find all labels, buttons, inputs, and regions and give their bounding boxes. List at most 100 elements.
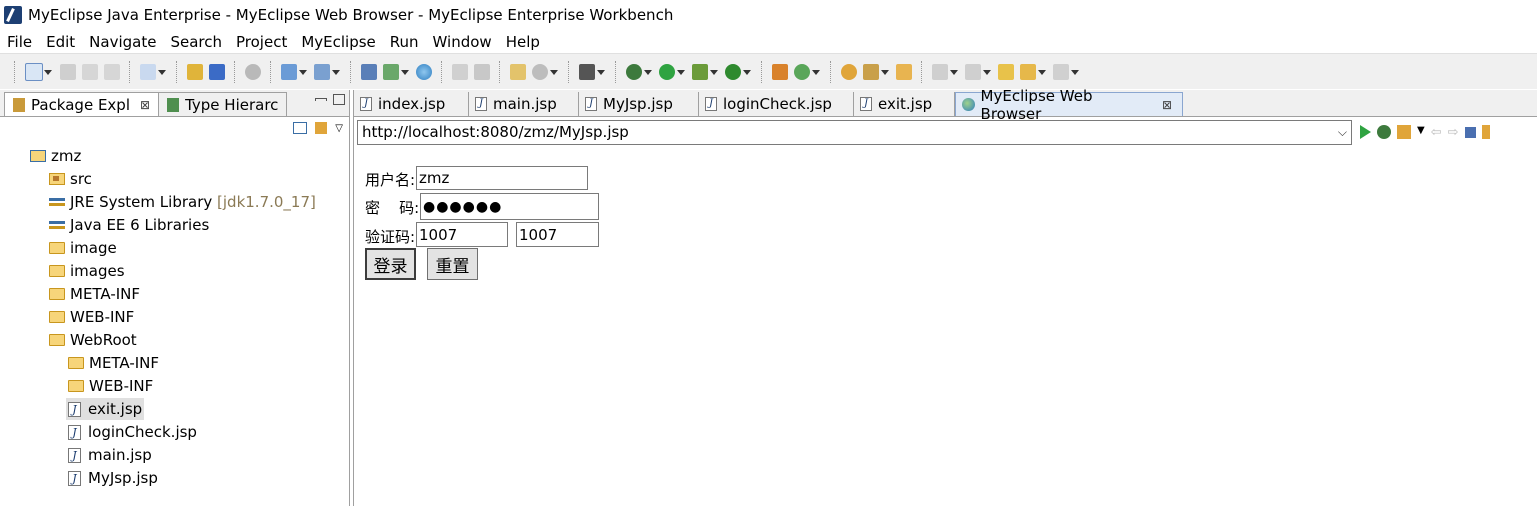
tree-node[interactable]: zmz xyxy=(30,145,81,167)
tab-myjsp-jsp[interactable]: J MyJsp.jsp xyxy=(579,92,699,116)
tree-node[interactable]: WEB-INF xyxy=(49,306,134,328)
maximize-icon[interactable] xyxy=(333,94,345,105)
debug-icon[interactable] xyxy=(1377,125,1391,139)
tree-node[interactable]: image xyxy=(49,237,117,259)
left-tab-bar: Package Expl ⊠ Type Hierarc xyxy=(0,90,349,117)
tree-node[interactable]: Java EE 6 Libraries xyxy=(49,214,209,236)
back-icon[interactable]: ⇦ xyxy=(1431,125,1442,140)
open-folder-icon[interactable] xyxy=(896,63,912,80)
jsp-file-icon: J xyxy=(68,401,81,417)
menu-run[interactable]: Run xyxy=(390,33,419,51)
package-icon[interactable] xyxy=(187,63,203,80)
gear-icon[interactable] xyxy=(532,63,558,80)
bookmark-icon[interactable] xyxy=(1397,125,1411,139)
folder-icon xyxy=(68,357,84,369)
tree-node[interactable]: WebRoot xyxy=(49,329,137,351)
menu-window[interactable]: Window xyxy=(433,33,492,51)
view-menu-icon[interactable]: ▽ xyxy=(335,123,343,134)
tab-main-jsp[interactable]: Jmain.jsp xyxy=(469,92,579,116)
tree-node[interactable]: images xyxy=(49,260,125,282)
jsp-file-icon: J xyxy=(860,97,872,111)
server-icon[interactable] xyxy=(245,63,261,80)
print-icon[interactable] xyxy=(104,63,120,80)
new-icon[interactable] xyxy=(25,62,52,81)
next-annotation-icon[interactable] xyxy=(932,63,958,80)
folder-icon xyxy=(49,311,65,323)
chevron-down-icon[interactable]: ⌵ xyxy=(1338,125,1347,140)
debug-icon[interactable] xyxy=(626,63,652,80)
forward-icon[interactable]: ⇨ xyxy=(1448,125,1459,140)
editor-area: Jindex.jsp Jmain.jsp J MyJsp.jsp JloginCh… xyxy=(353,87,1537,506)
tab-logincheck-jsp[interactable]: JloginCheck.jsp xyxy=(699,92,854,116)
go-icon[interactable] xyxy=(1360,125,1371,139)
library-icon xyxy=(49,196,65,208)
stop-icon[interactable] xyxy=(1464,126,1476,138)
external-tools-icon[interactable] xyxy=(725,63,751,80)
reset-button[interactable]: 重置 xyxy=(427,248,478,280)
tab-package-explorer[interactable]: Package Expl ⊠ xyxy=(4,92,160,116)
menu-navigate[interactable]: Navigate xyxy=(89,33,156,51)
save-icon[interactable] xyxy=(60,63,76,80)
close-icon[interactable]: ⊠ xyxy=(140,98,150,112)
tree-node[interactable]: Jmain.jsp xyxy=(68,444,152,466)
login-button[interactable]: 登录 xyxy=(365,248,416,280)
search-icon[interactable] xyxy=(314,63,340,80)
new-java-icon[interactable] xyxy=(794,63,820,80)
open-type-icon[interactable] xyxy=(140,63,166,80)
run-config-icon[interactable] xyxy=(692,63,718,80)
main-toolbar xyxy=(0,53,1537,89)
db-icon[interactable] xyxy=(383,63,409,80)
chevron-down-icon[interactable]: ▼ xyxy=(1417,125,1425,139)
password-field[interactable]: ●●●●●● xyxy=(420,193,599,220)
link-editor-icon[interactable] xyxy=(315,122,328,134)
tree-node[interactable]: JloginCheck.jsp xyxy=(68,421,197,443)
tree-node[interactable]: META-INF xyxy=(68,352,159,374)
close-icon[interactable]: ⊠ xyxy=(1162,98,1172,112)
web-browser-icon[interactable] xyxy=(416,63,432,80)
myeclipse-logo-icon xyxy=(4,6,22,24)
menu-help[interactable]: Help xyxy=(506,33,540,51)
save-all-icon[interactable] xyxy=(82,63,98,80)
tree-node[interactable]: JRE System Library [jdk1.7.0_17] xyxy=(49,191,316,213)
wizard-icon[interactable] xyxy=(281,63,307,80)
collapse-all-icon[interactable] xyxy=(293,122,308,134)
folder-icon xyxy=(68,380,84,392)
menu-edit[interactable]: Edit xyxy=(46,33,75,51)
tab-index-jsp[interactable]: Jindex.jsp xyxy=(354,92,469,116)
captcha-field[interactable]: 1007 xyxy=(416,222,508,247)
menu-project[interactable]: Project xyxy=(236,33,287,51)
hierarchy-icon[interactable] xyxy=(361,63,377,80)
prev-annotation-icon[interactable] xyxy=(965,63,991,80)
toolbar-separator xyxy=(14,60,16,83)
run-icon[interactable] xyxy=(659,63,685,80)
tree-node-selected[interactable]: Jexit.jsp xyxy=(66,398,145,420)
tree-node[interactable]: WEB-INF xyxy=(68,375,153,397)
tab-type-hierarchy[interactable]: Type Hierarc xyxy=(159,92,288,116)
menu-myeclipse[interactable]: MyEclipse xyxy=(301,33,375,51)
tree-node[interactable]: J MyJsp.jsp xyxy=(68,467,158,489)
deploy-icon[interactable] xyxy=(209,63,225,80)
undo-icon[interactable] xyxy=(452,63,468,80)
url-input[interactable]: http://localhost:8080/zmz/MyJsp.jsp ⌵ xyxy=(357,119,1352,145)
annotation-icon[interactable] xyxy=(863,63,889,80)
username-field[interactable]: zmz xyxy=(416,166,588,190)
report-icon[interactable] xyxy=(510,63,526,80)
open-project-icon[interactable] xyxy=(841,63,857,80)
redo-icon[interactable] xyxy=(474,63,490,80)
tab-web-browser[interactable]: MyEclipse Web Browser ⊠ xyxy=(955,87,1183,123)
forward-icon[interactable] xyxy=(1053,63,1079,80)
tree-node[interactable]: src xyxy=(49,168,92,190)
refresh-icon[interactable] xyxy=(1481,125,1490,139)
tree-node[interactable]: META-INF xyxy=(49,283,140,305)
camera-icon[interactable] xyxy=(579,63,605,80)
new-class-icon[interactable] xyxy=(772,63,788,80)
menu-file[interactable]: File xyxy=(7,33,32,51)
folder-icon xyxy=(49,334,65,346)
tab-exit-jsp[interactable]: Jexit.jsp xyxy=(854,92,955,116)
menu-search[interactable]: Search xyxy=(170,33,222,51)
last-edit-icon[interactable] xyxy=(998,63,1014,80)
jsp-file-icon: J xyxy=(360,97,372,111)
minimize-icon[interactable] xyxy=(315,98,327,101)
back-icon[interactable] xyxy=(1020,63,1046,80)
menu-bar: File Edit Navigate Search Project MyEcli… xyxy=(0,30,1537,53)
